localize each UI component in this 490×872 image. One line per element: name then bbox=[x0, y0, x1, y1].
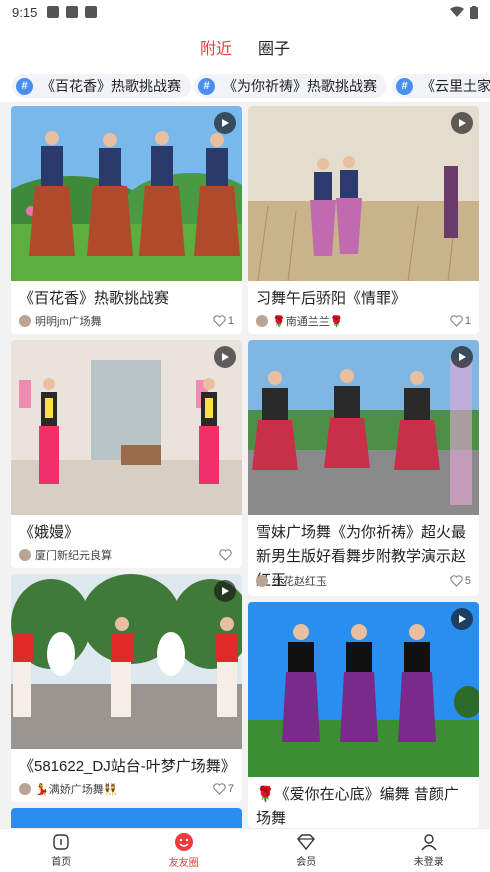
post-title: 《百花香》热歌挑战赛 bbox=[19, 290, 170, 307]
heart-icon bbox=[450, 315, 463, 327]
post-card[interactable]: 《百花香》热歌挑战赛 明明jm广场舞 1 bbox=[11, 106, 242, 334]
nav-friends-circle[interactable]: 友友圈 bbox=[123, 829, 246, 872]
topic-strip: # 《百花香》热歌挑战赛 # 《为你祈祷》热歌挑战赛 # 《云里土家》 bbox=[0, 70, 490, 102]
author-name: 💃满娇广场舞👯 bbox=[35, 784, 118, 796]
author-name: 厦门新纪元良算 bbox=[35, 550, 112, 562]
like-button[interactable] bbox=[219, 549, 234, 561]
play-icon[interactable] bbox=[451, 346, 473, 368]
diamond-icon bbox=[297, 834, 316, 851]
post-meta: 🌹南通兰兰🌹 1 bbox=[256, 313, 471, 329]
post-thumbnail bbox=[11, 574, 242, 749]
post-thumbnail bbox=[248, 340, 479, 515]
like-count: 1 bbox=[227, 315, 234, 327]
like-button[interactable]: 5 bbox=[450, 575, 471, 587]
avatar bbox=[19, 549, 31, 561]
topic-label: 《为你祈祷》热歌挑战赛 bbox=[223, 78, 377, 94]
bottom-nav: 首页 友友圈 会员 未登录 bbox=[0, 828, 490, 872]
status-time: 9:15 bbox=[12, 4, 38, 20]
post-meta: 明明jm广场舞 1 bbox=[19, 313, 234, 329]
play-icon[interactable] bbox=[451, 112, 473, 134]
tab-nearby[interactable]: 附近 bbox=[200, 35, 232, 59]
feed: 《百花香》热歌挑战赛 明明jm广场舞 1 习舞午后骄阳《情罪》 🌹南通兰兰🌹 1… bbox=[0, 102, 490, 828]
author-name: 红花赵红玉 bbox=[272, 576, 327, 588]
like-button[interactable]: 1 bbox=[450, 315, 471, 327]
topic-label: 《百花香》热歌挑战赛 bbox=[41, 78, 181, 94]
post-card[interactable]: 《581622_DJ站台-叶梦广场舞》 💃满娇广场舞👯 7 bbox=[11, 574, 242, 802]
post-card[interactable]: 习舞午后骄阳《情罪》 🌹南通兰兰🌹 1 bbox=[248, 106, 479, 334]
like-count: 7 bbox=[227, 783, 234, 795]
post-card[interactable]: 雪妹广场舞《为你祈祷》超火最新男生版好看舞步附教学演示赵红玉 红花赵红玉 5 bbox=[248, 340, 479, 596]
nav-profile[interactable]: 未登录 bbox=[368, 829, 490, 872]
hashtag-icon: # bbox=[396, 77, 413, 95]
nav-membership[interactable]: 会员 bbox=[245, 829, 368, 872]
avatar bbox=[19, 315, 31, 327]
heart-icon bbox=[450, 575, 463, 587]
author-name: 明明jm广场舞 bbox=[35, 316, 102, 328]
topic-label: 《云里土家》 bbox=[421, 78, 490, 94]
post-thumbnail bbox=[11, 340, 242, 515]
post-thumbnail bbox=[248, 602, 479, 777]
like-button[interactable]: 7 bbox=[213, 783, 234, 795]
author-name: 🌹南通兰兰🌹 bbox=[272, 316, 344, 328]
notification-icon bbox=[85, 6, 98, 18]
top-tabs: 附近 圈子 bbox=[0, 24, 490, 70]
hashtag-icon: # bbox=[198, 77, 215, 95]
post-title: 《581622_DJ站台-叶梦广场舞》 bbox=[19, 758, 236, 775]
nav-home[interactable]: 首页 bbox=[0, 829, 123, 872]
post-title: 🌹《爱你在心底》编舞 昔颜广场舞 bbox=[256, 786, 459, 827]
notification-icon bbox=[66, 6, 79, 18]
wifi-icon bbox=[450, 6, 464, 17]
avatar bbox=[256, 575, 268, 587]
status-bar: 9:15 bbox=[0, 0, 490, 24]
avatar bbox=[19, 783, 31, 795]
post-card[interactable]: 《娥嫚》 厦门新纪元良算 bbox=[11, 340, 242, 568]
heart-icon bbox=[219, 549, 232, 561]
like-button[interactable]: 1 bbox=[213, 315, 234, 327]
user-icon bbox=[421, 834, 437, 851]
play-icon[interactable] bbox=[214, 112, 236, 134]
topic-chip[interactable]: # 《云里土家》 bbox=[392, 74, 490, 98]
heart-icon bbox=[213, 315, 226, 327]
nav-label: 友友圈 bbox=[168, 858, 199, 869]
play-icon[interactable] bbox=[214, 346, 236, 368]
post-title: 《娥嫚》 bbox=[19, 524, 80, 541]
nav-label: 未登录 bbox=[413, 857, 444, 868]
post-thumbnail bbox=[248, 106, 479, 281]
post-meta: 红花赵红玉 5 bbox=[256, 573, 471, 589]
hashtag-icon: # bbox=[16, 77, 33, 95]
like-count: 5 bbox=[464, 575, 471, 587]
play-icon[interactable] bbox=[451, 608, 473, 630]
avatar bbox=[256, 315, 268, 327]
heart-icon bbox=[213, 783, 226, 795]
topic-chip[interactable]: # 《为你祈祷》热歌挑战赛 bbox=[194, 74, 387, 98]
nav-label: 会员 bbox=[296, 857, 317, 868]
like-count: 1 bbox=[464, 315, 471, 327]
post-meta: 厦门新纪元良算 bbox=[19, 547, 234, 563]
post-title: 习舞午后骄阳《情罪》 bbox=[256, 290, 407, 307]
nav-label: 首页 bbox=[51, 857, 72, 868]
post-meta: 💃满娇广场舞👯 7 bbox=[19, 781, 234, 797]
post-card[interactable] bbox=[11, 808, 242, 828]
battery-icon bbox=[470, 5, 478, 19]
home-icon bbox=[53, 834, 69, 850]
notification-icon bbox=[47, 6, 60, 18]
tab-circle[interactable]: 圈子 bbox=[258, 35, 290, 59]
smiley-icon bbox=[174, 833, 193, 851]
post-card[interactable]: 🌹《爱你在心底》编舞 昔颜广场舞 bbox=[248, 602, 479, 828]
post-thumbnail bbox=[11, 106, 242, 281]
play-icon[interactable] bbox=[214, 580, 236, 602]
topic-chip[interactable]: # 《百花香》热歌挑战赛 bbox=[12, 74, 191, 98]
